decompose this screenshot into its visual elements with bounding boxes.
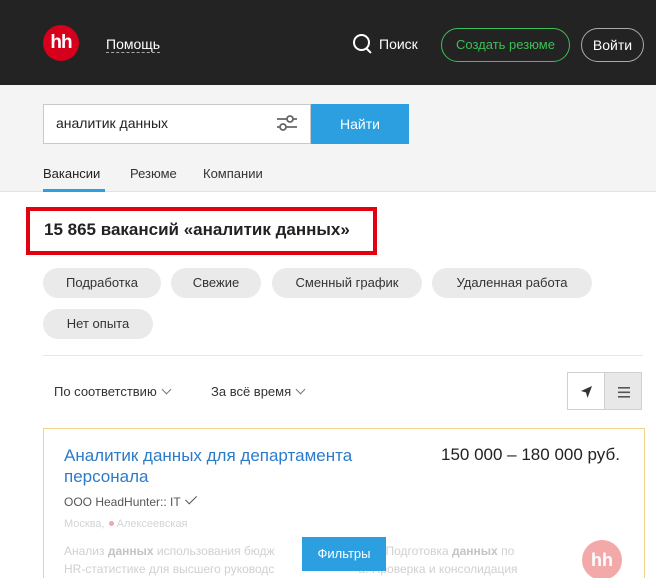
- search-input[interactable]: [56, 115, 256, 131]
- sort-relevance-label: По соответствию: [54, 384, 157, 399]
- search-field[interactable]: [43, 104, 311, 144]
- chip-remote-work[interactable]: Удаленная работа: [432, 268, 592, 298]
- metro-label: Алексеевская: [116, 518, 188, 530]
- vacancy-salary: 150 000 – 180 000 руб.: [441, 445, 620, 464]
- chip-shift-schedule[interactable]: Сменный график: [272, 268, 422, 298]
- search-nav-label: Поиск: [379, 36, 418, 52]
- search-icon: [351, 33, 373, 55]
- login-button[interactable]: Войти: [581, 28, 644, 62]
- divider: [43, 355, 643, 356]
- find-button[interactable]: Найти: [311, 104, 409, 144]
- employer-label: ООО HeadHunter:: IT: [64, 495, 181, 509]
- list-view-button[interactable]: [604, 372, 642, 410]
- city-label: Москва,: [64, 518, 105, 530]
- list-icon: [618, 387, 630, 398]
- chip-no-experience[interactable]: Нет опыта: [43, 309, 153, 339]
- search-nav-button[interactable]: Поиск: [351, 33, 418, 55]
- sort-relevance-dropdown[interactable]: По соответствию: [54, 384, 172, 399]
- location-arrow-icon: [581, 386, 592, 398]
- vacancy-location: Москва, Алексеевская: [64, 518, 188, 530]
- chevron-down-icon: [161, 384, 172, 395]
- chevron-down-icon: [295, 384, 306, 395]
- employer-name[interactable]: ООО HeadHunter:: IT: [64, 492, 197, 509]
- filters-button[interactable]: Фильтры: [302, 537, 386, 571]
- help-link[interactable]: Помощь: [106, 36, 161, 53]
- chip-fresh[interactable]: Свежие: [171, 268, 261, 298]
- metro-icon: [108, 521, 114, 526]
- chip-part-time[interactable]: Подработка: [43, 268, 161, 298]
- tab-resumes[interactable]: Резюме: [130, 166, 177, 181]
- map-view-button[interactable]: [567, 372, 605, 410]
- results-title: 15 865 вакансий «аналитик данных»: [44, 220, 350, 239]
- vacancy-title-link[interactable]: Аналитик данных для департамента персона…: [64, 445, 404, 487]
- advanced-search-icon[interactable]: [275, 113, 299, 133]
- create-resume-button[interactable]: Создать резюме: [441, 28, 570, 62]
- active-tab-indicator: [43, 189, 105, 192]
- company-logo: hh: [582, 540, 622, 578]
- sort-period-dropdown[interactable]: За всё время: [211, 384, 306, 399]
- tab-companies[interactable]: Компании: [203, 166, 263, 181]
- hh-logo[interactable]: hh: [43, 25, 79, 61]
- tab-vacancies[interactable]: Вакансии: [43, 166, 100, 181]
- sort-period-label: За всё время: [211, 384, 292, 399]
